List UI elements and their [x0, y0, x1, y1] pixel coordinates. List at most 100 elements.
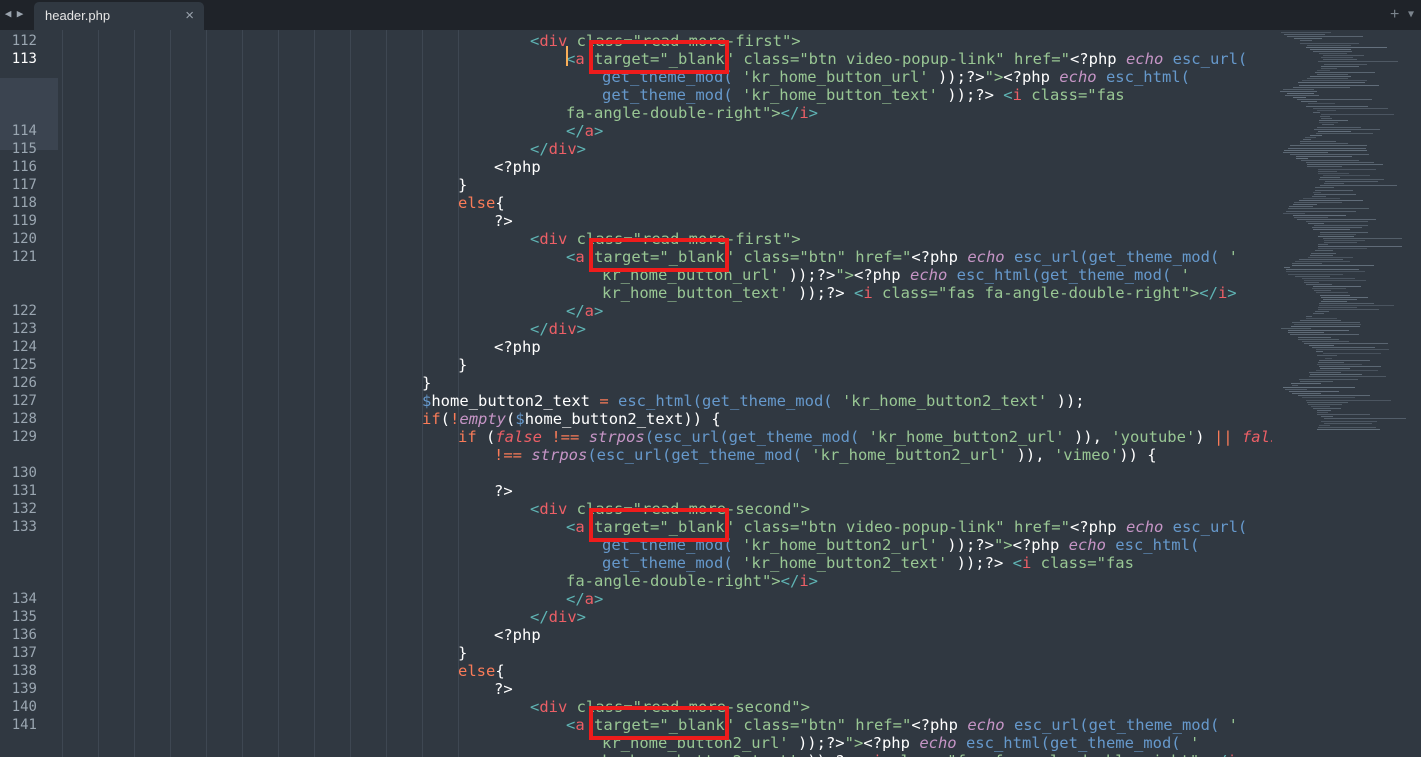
minimap-line: [1284, 149, 1367, 151]
code-token: home_button2_text)) {: [524, 410, 721, 428]
line-number: 123: [11, 321, 37, 337]
minimap-line: [1321, 118, 1332, 120]
back-arrow-icon[interactable]: ◀: [2, 4, 14, 24]
code-token: <: [530, 698, 540, 716]
code-token: esc_html(get_theme_mod(: [956, 734, 1190, 752]
minimap-line: [1317, 355, 1337, 357]
chevron-down-icon[interactable]: ▼: [1408, 0, 1414, 30]
code-token: {: [495, 662, 505, 680]
code-token: fa-angle-double-right">: [566, 572, 781, 590]
code-token: esc_url(get_theme_mod(: [1004, 716, 1229, 734]
code-token: i: [863, 284, 873, 302]
minimap-line: [1314, 128, 1380, 130]
code-token: if: [458, 428, 486, 446]
code-token: empty: [459, 410, 507, 428]
code-token: 'kr_home_button2_text': [741, 554, 948, 572]
code-token: >: [576, 608, 587, 626]
code-line: get_theme_mod( 'kr_home_button2_text' ))…: [602, 554, 1134, 572]
line-number: 127: [11, 393, 37, 409]
minimap-line: [1322, 124, 1334, 126]
code-token: ));: [928, 68, 966, 86]
minimap-line: [1291, 326, 1360, 327]
code-token: ">: [844, 734, 864, 752]
code-line: }: [458, 176, 467, 194]
code-token: esc_url(get_theme_mod(: [1004, 248, 1229, 266]
minimap-line: [1286, 269, 1359, 271]
minimap-line: [1294, 323, 1361, 325]
code-token: fa-angle-double-right">: [566, 104, 781, 122]
minimap-line: [1297, 99, 1372, 101]
line-number-gutter: 112 113 114 115 116 117 118 119 120 121 122 123 124 1…: [0, 30, 58, 757]
code-line: </div>: [530, 320, 586, 338]
minimap-line: [1314, 193, 1356, 195]
minimap-line: [1290, 334, 1359, 336]
code-token: <: [530, 32, 540, 50]
code-line: kr_home_button2_text' ));?> <i class="fa…: [602, 752, 1246, 757]
code-editor[interactable]: <div class="read-more-first"> <a target="…: [58, 30, 1272, 757]
minimap-line: [1289, 206, 1313, 208]
minimap-line: [1318, 168, 1376, 170]
minimap-line: [1294, 38, 1322, 40]
minimap-line: [1304, 342, 1388, 344]
minimap-line: [1320, 176, 1340, 178]
code-token: ?>: [835, 752, 863, 757]
code-token: ));: [937, 86, 976, 104]
minimap-line: [1290, 153, 1369, 155]
code-token: <?php: [1012, 536, 1069, 554]
minimap-line: [1308, 103, 1335, 105]
line-number: 124: [11, 339, 37, 355]
close-icon[interactable]: ×: [185, 2, 194, 30]
code-token: (esc_url(get_theme_mod(: [587, 446, 812, 464]
minimap-line: [1299, 258, 1343, 260]
minimap-line: [1286, 271, 1365, 273]
code-token: esc_url(: [1163, 50, 1248, 68]
code-token: div: [539, 500, 568, 518]
code-line: ?>: [494, 482, 513, 500]
tab-header-php[interactable]: header.php ×: [34, 2, 204, 30]
line-number: 141: [11, 717, 37, 733]
minimap-line: [1319, 53, 1347, 54]
new-tab-icon[interactable]: +: [1390, 0, 1399, 30]
code-line: fa-angle-double-right"></i>: [566, 572, 818, 590]
code-line: <?php: [494, 158, 541, 176]
code-token: false: [495, 428, 543, 446]
minimap-line: [1295, 275, 1330, 277]
line-number: 136: [11, 627, 37, 643]
code-line: if (false !== strpos(esc_url(get_theme_m…: [458, 428, 1272, 446]
code-token: (: [440, 410, 451, 428]
minimap-line: [1300, 141, 1336, 143]
code-token: echo: [967, 248, 1005, 266]
code-token: ));: [788, 284, 826, 302]
minimap-line: [1316, 132, 1373, 134]
minimap[interactable]: [1276, 30, 1421, 757]
code-token: false: [1241, 428, 1272, 446]
code-token: !: [450, 410, 460, 428]
code-token: a: [575, 248, 585, 266]
code-token: esc_html(: [1105, 536, 1200, 554]
minimap-line: [1286, 210, 1356, 212]
code-token: ': [1228, 716, 1238, 734]
minimap-line: [1293, 204, 1317, 206]
forward-arrow-icon[interactable]: ▶: [14, 4, 26, 24]
minimap-line: [1319, 302, 1374, 304]
minimap-line: [1296, 158, 1308, 159]
minimap-line: [1321, 300, 1347, 302]
minimap-line: [1288, 273, 1343, 275]
code-token: div: [548, 320, 577, 338]
code-token: a: [584, 590, 595, 608]
code-token: )),: [1064, 428, 1112, 446]
code-line: ?>: [494, 212, 513, 230]
code-line: }: [422, 374, 431, 392]
code-token: <?php: [911, 248, 968, 266]
code-token: ));: [947, 554, 985, 572]
minimap-line: [1321, 296, 1368, 298]
indent-guide: [62, 30, 63, 757]
code-token: >: [576, 140, 587, 158]
code-token: )) {: [1119, 446, 1157, 464]
code-token: div: [548, 608, 577, 626]
code-line: kr_home_button_text' ));?> <i class="fas…: [602, 284, 1237, 302]
minimap-line: [1280, 90, 1317, 92]
minimap-line: [1318, 61, 1398, 63]
minimap-line: [1310, 76, 1351, 78]
code-token: >: [1237, 752, 1246, 757]
